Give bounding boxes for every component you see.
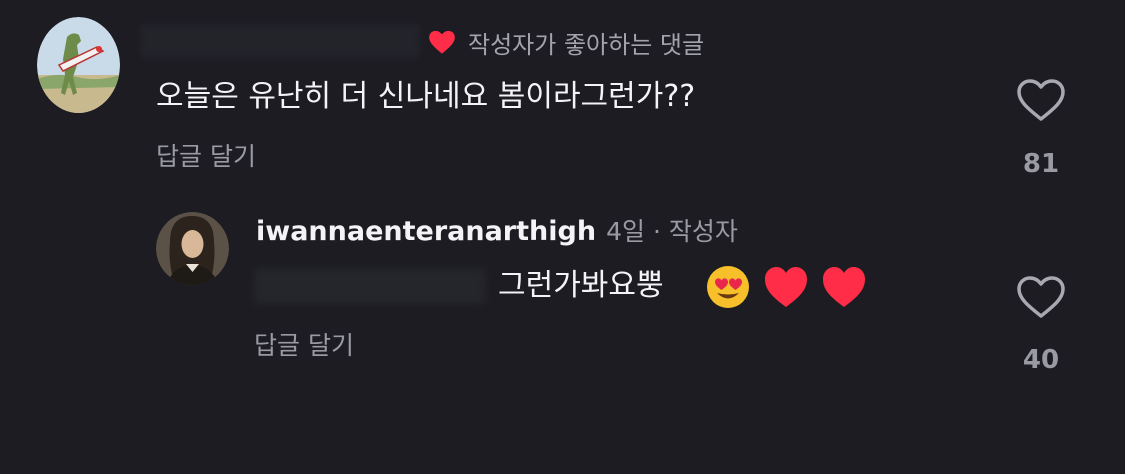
- commenter-avatar[interactable]: [37, 17, 120, 113]
- like-button[interactable]: [1016, 275, 1066, 319]
- heart-eyes-emoji-icon: [707, 266, 749, 308]
- liked-by-author-indicator: 작성자가 좋아하는 댓글: [428, 22, 704, 62]
- separator-dot: ·: [652, 217, 661, 246]
- author-badge: 작성자: [668, 217, 738, 246]
- liked-by-author-label: 작성자가 좋아하는 댓글: [468, 30, 705, 59]
- reply-timestamp: 4일: [606, 217, 645, 246]
- like-count: 40: [1022, 345, 1060, 375]
- like-count: 81: [1022, 149, 1060, 179]
- comment-text: 오늘은 유난히 더 신나네요 봄이라그런가??: [156, 79, 696, 114]
- dinosaur-guitar-avatar-image: [37, 17, 120, 113]
- reply-button[interactable]: 답글 달기: [254, 328, 354, 364]
- red-heart-emoji-icon: [765, 267, 807, 307]
- blurred-username: [140, 24, 420, 58]
- reply-text: 그런가봐요뿡: [498, 268, 664, 303]
- reply-emojis: [704, 262, 868, 312]
- heart-outline-icon: [1017, 276, 1065, 318]
- reply-button[interactable]: 답글 달기: [156, 139, 256, 175]
- portrait-avatar-image: [156, 212, 229, 285]
- heart-filled-icon: [429, 30, 455, 54]
- replier-avatar[interactable]: [156, 212, 229, 285]
- reply-header: iwannaenteranarthigh 4일 · 작성자: [256, 212, 738, 252]
- like-button[interactable]: [1016, 78, 1066, 122]
- red-heart-emoji-icon: [823, 267, 865, 307]
- heart-outline-icon: [1017, 79, 1065, 121]
- blurred-mention: [254, 268, 486, 304]
- reply-username[interactable]: iwannaenteranarthigh: [256, 216, 596, 247]
